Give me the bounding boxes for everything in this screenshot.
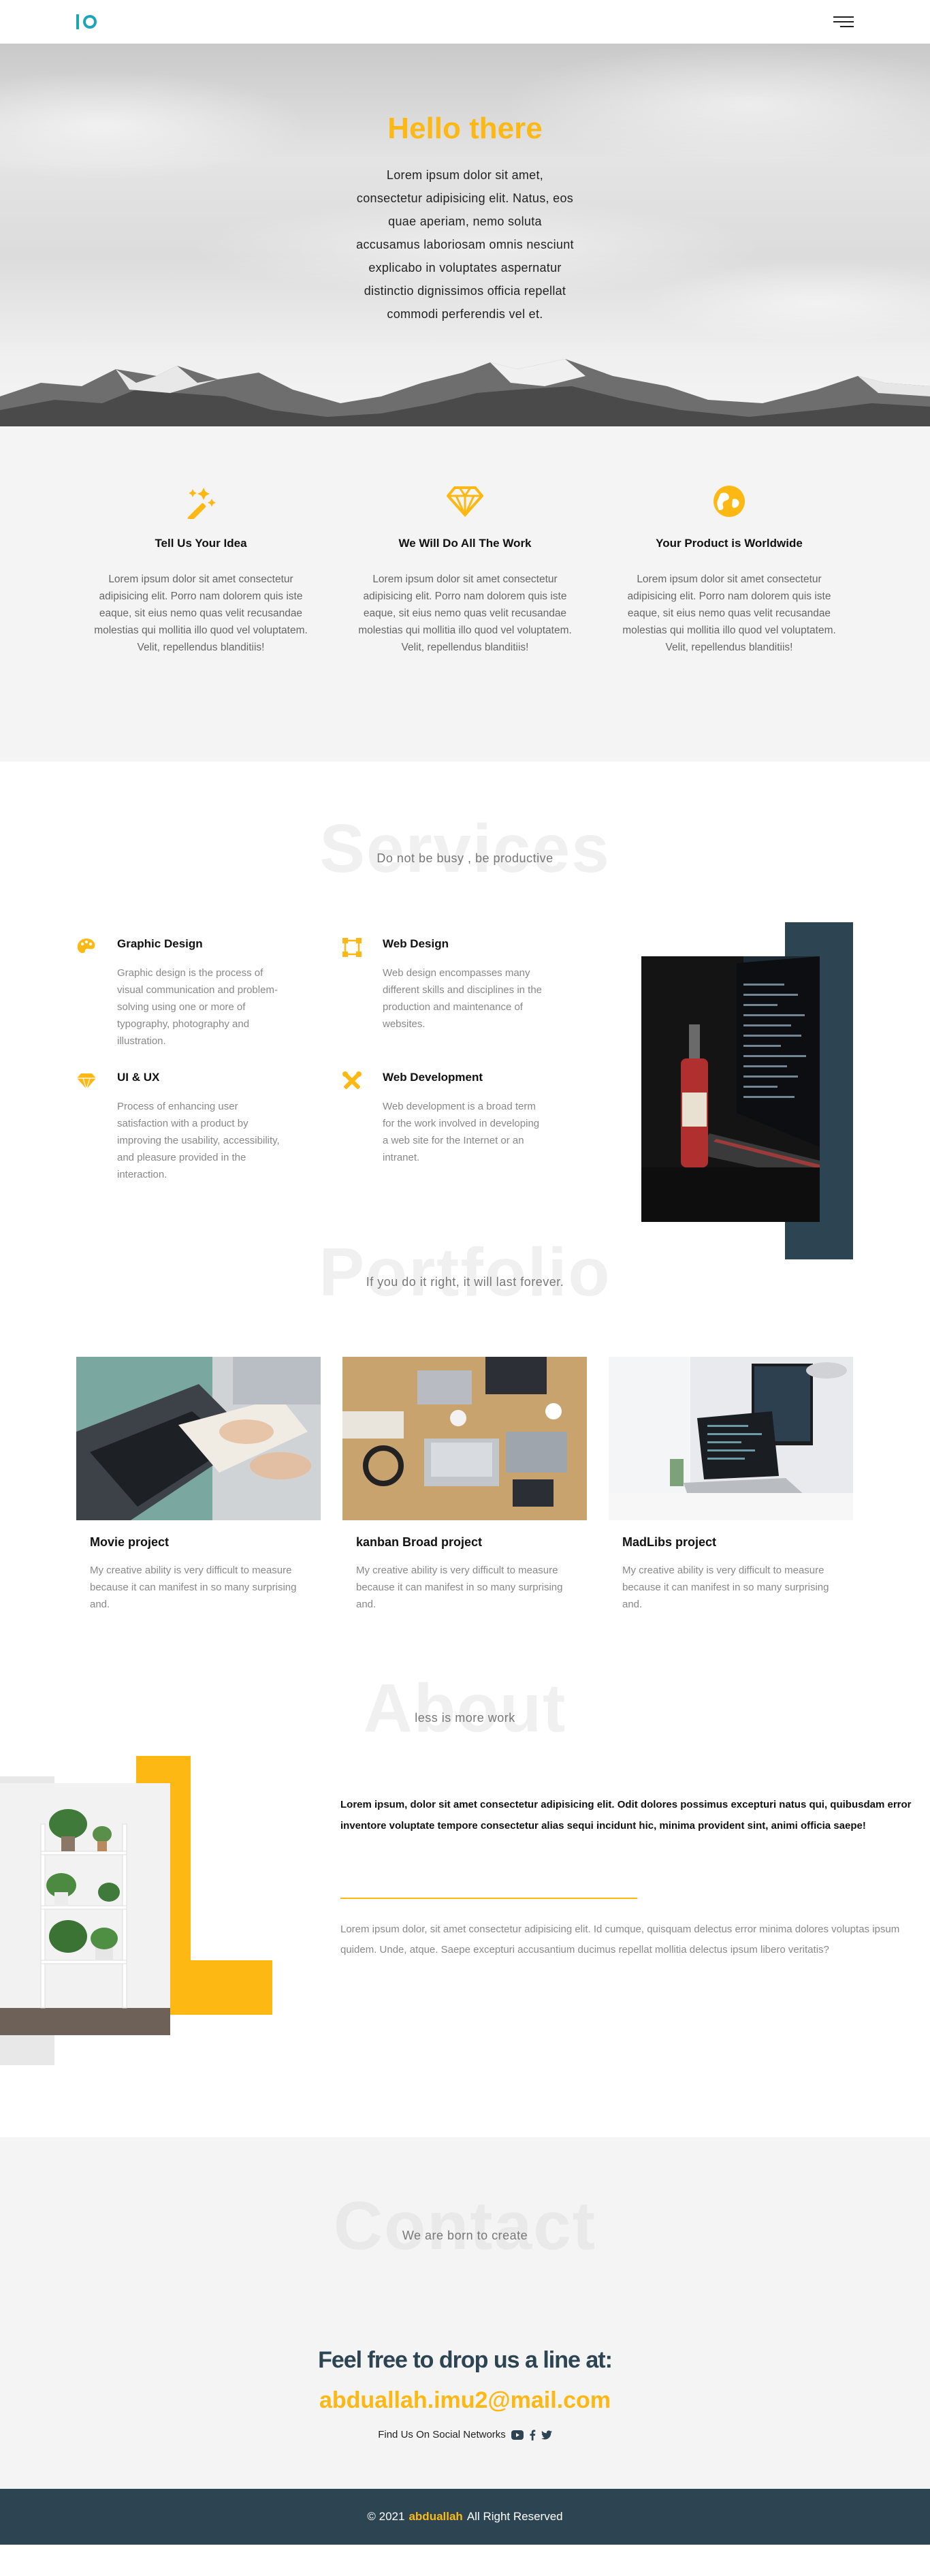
portfolio-card[interactable]: Movie project My creative ability is ver…: [76, 1357, 321, 1613]
about-divider: [340, 1898, 637, 1899]
top-navbar: [0, 0, 930, 44]
twitter-icon[interactable]: [541, 2430, 552, 2440]
portfolio-image[interactable]: [76, 1357, 321, 1520]
about-text: Lorem ipsum dolor, sit amet consectetur …: [340, 1923, 900, 1955]
portfolio-card[interactable]: kanban Broad project My creative ability…: [342, 1357, 587, 1613]
logo-bar: [76, 14, 79, 29]
magic-wand-icon: [90, 484, 312, 519]
portfolio-image[interactable]: [609, 1357, 853, 1520]
service-item: Web Design Web design encompasses many d…: [342, 937, 546, 1033]
contact-header: Contact We are born to create: [0, 2192, 930, 2274]
contact-email-link[interactable]: abduallah.imu2@mail.com: [0, 2387, 930, 2414]
service-text: Process of enhancing user satisfaction w…: [117, 1101, 280, 1180]
feature-title: Tell Us Your Idea: [155, 537, 247, 550]
menu-line: [833, 21, 854, 22]
feature-card: Tell Us Your Idea Lorem ipsum dolor sit …: [90, 484, 312, 656]
menu-line: [840, 26, 854, 27]
contact-section: Contact We are born to create Feel free …: [0, 2137, 930, 2489]
portfolio-title: kanban Broad project: [356, 1535, 483, 1549]
palette-icon: [77, 939, 95, 954]
about-photo: [0, 1783, 170, 2035]
service-text: Web design encompasses many different sk…: [383, 967, 543, 1030]
social-row: Find Us On Social Networks: [0, 2429, 930, 2440]
feature-title: We Will Do All The Work: [398, 537, 532, 550]
portfolio-subtitle: If you do it right, it will last forever…: [366, 1275, 564, 1289]
vector-square-icon: [342, 938, 362, 957]
services-heading: Services: [319, 811, 611, 887]
service-title: UI & UX: [117, 1071, 160, 1084]
feature-text: Lorem ipsum dolor sit amet consectetur a…: [94, 574, 308, 653]
facebook-icon[interactable]: [529, 2430, 536, 2440]
portfolio-title: Movie project: [90, 1535, 170, 1549]
youtube-icon[interactable]: [511, 2430, 524, 2440]
contact-subtitle: We are born to create: [402, 2229, 528, 2242]
about-white-block: [0, 1756, 136, 1776]
feature-card: We Will Do All The Work Lorem ipsum dolo…: [354, 484, 576, 656]
portfolio-text: My creative ability is very difficult to…: [622, 1565, 829, 1610]
service-item: UI & UX Process of enhancing user satisf…: [76, 1071, 280, 1183]
diamond-icon: [354, 484, 576, 519]
footer-brand[interactable]: abduallah: [408, 2510, 462, 2524]
about-heading: About: [363, 1670, 567, 1746]
site-logo[interactable]: [76, 14, 97, 29]
service-item: Web Development Web development is a bro…: [342, 1071, 546, 1166]
about-header: About less is more work: [0, 1674, 930, 1756]
service-text: Graphic design is the process of visual …: [117, 967, 278, 1047]
service-text: Web development is a broad term for the …: [383, 1101, 540, 1163]
footer: © 2021 abduallah All Right Reserved: [0, 2489, 930, 2545]
portfolio-image[interactable]: [342, 1357, 587, 1520]
portfolio-header: Portfolio If you do it right, it will la…: [0, 1238, 930, 1320]
portfolio-text: My creative ability is very difficult to…: [90, 1565, 297, 1610]
services-subtitle: Do not be busy , be productive: [376, 851, 554, 865]
footer-copyright: © 2021: [367, 2510, 405, 2523]
about-subtitle: less is more work: [415, 1711, 515, 1725]
hamburger-menu-icon[interactable]: [833, 16, 854, 27]
hero-mountains: [0, 359, 930, 430]
about-section: About less is more work Lorem ipsum, dol…: [0, 1674, 930, 2137]
service-title: Graphic Design: [117, 937, 203, 950]
footer-rights: All Right Reserved: [466, 2510, 563, 2523]
service-title: Web Design: [383, 937, 449, 950]
about-lead-text: Lorem ipsum, dolor sit amet consectetur …: [340, 1799, 912, 1832]
services-section: Services Do not be busy , be productive …: [0, 761, 930, 1259]
services-header: Services Do not be busy , be productive: [0, 815, 930, 896]
feature-title: Your Product is Worldwide: [656, 537, 803, 550]
portfolio-section: Portfolio If you do it right, it will la…: [0, 1238, 930, 1674]
portfolio-heading: Portfolio: [319, 1234, 611, 1310]
gem-icon: [77, 1073, 96, 1090]
hero-text: Lorem ipsum dolor sit amet, consectetur …: [356, 168, 574, 321]
menu-line: [833, 16, 854, 18]
service-item: Graphic Design Graphic design is the pro…: [76, 937, 280, 1050]
contact-heading: Contact: [333, 2188, 597, 2264]
features-section: Tell Us Your Idea Lorem ipsum dolor sit …: [0, 430, 930, 761]
logo-ring: [83, 15, 97, 29]
tools-icon: [342, 1071, 362, 1089]
services-photo: [641, 956, 820, 1222]
feature-text: Lorem ipsum dolor sit amet consectetur a…: [358, 574, 572, 653]
feature-card: Your Product is Worldwide Lorem ipsum do…: [618, 484, 840, 656]
contact-line: Feel free to drop us a line at:: [318, 2347, 613, 2373]
portfolio-text: My creative ability is very difficult to…: [356, 1565, 563, 1610]
portfolio-title: MadLibs project: [622, 1535, 717, 1549]
globe-icon: [618, 484, 840, 519]
hero-title: Hello there: [387, 112, 543, 145]
hero-section: Hello there Lorem ipsum dolor sit amet, …: [0, 44, 930, 430]
feature-text: Lorem ipsum dolor sit amet consectetur a…: [622, 574, 836, 653]
portfolio-card[interactable]: MadLibs project My creative ability is v…: [609, 1357, 853, 1613]
service-title: Web Development: [383, 1071, 483, 1084]
social-label: Find Us On Social Networks: [378, 2429, 506, 2440]
